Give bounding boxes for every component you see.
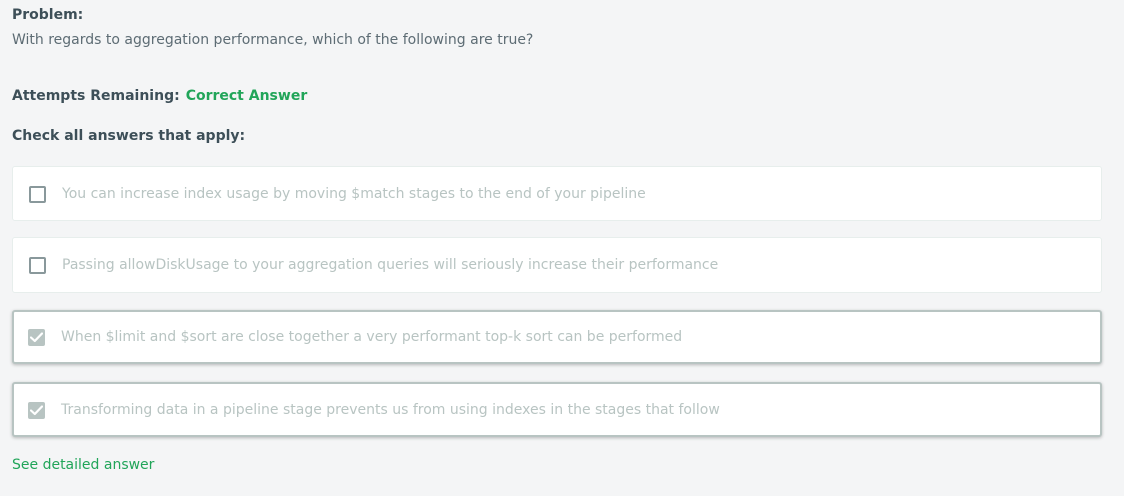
checkbox-checked-icon[interactable] — [28, 329, 45, 346]
problem-heading: Problem: — [12, 7, 84, 23]
instructions: Check all answers that apply: — [12, 128, 246, 144]
attempts-label: Attempts Remaining: — [12, 88, 180, 104]
problem-question: With regards to aggregation performance,… — [12, 32, 534, 48]
answer-option-label: Passing allowDiskUsage to your aggregati… — [62, 257, 719, 273]
answer-option-label: Transforming data in a pipeline stage pr… — [61, 401, 720, 418]
attempts-remaining: Attempts Remaining: Correct Answer — [12, 88, 307, 104]
answer-status: Correct Answer — [185, 88, 308, 104]
answer-option-1[interactable]: You can increase index usage by moving $… — [12, 166, 1102, 221]
checkbox-checked-icon[interactable] — [28, 401, 45, 419]
answer-option-2[interactable]: Passing allowDiskUsage to your aggregati… — [12, 237, 1102, 293]
checkbox-icon[interactable] — [29, 185, 46, 203]
checkmark-icon — [30, 404, 43, 415]
answer-option-label: When $limit and $sort are close together… — [61, 329, 683, 345]
answer-option-3[interactable]: When $limit and $sort are close together… — [12, 310, 1102, 364]
see-detailed-answer-link[interactable]: See detailed answer — [12, 457, 154, 473]
checkbox-icon[interactable] — [29, 257, 46, 274]
answer-option-4[interactable]: Transforming data in a pipeline stage pr… — [12, 382, 1102, 437]
answer-option-label: You can increase index usage by moving $… — [62, 185, 646, 202]
checkmark-icon — [30, 332, 43, 343]
